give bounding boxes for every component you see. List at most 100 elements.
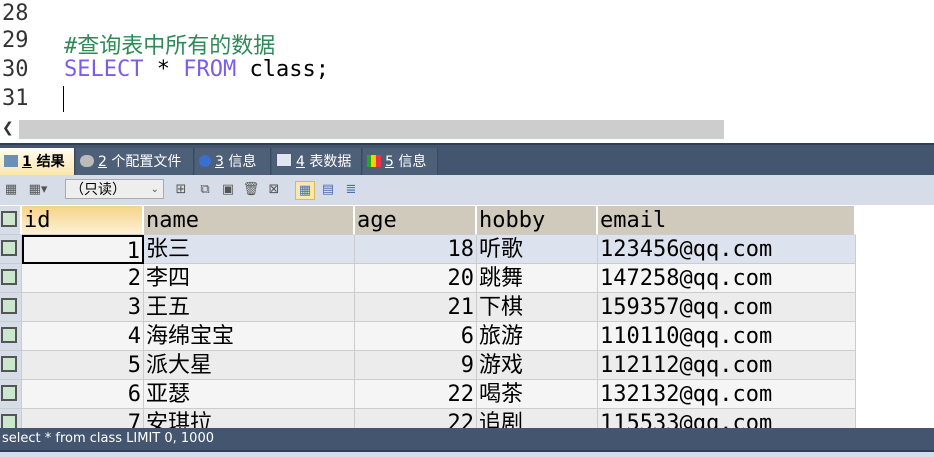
cell-hobby[interactable]: 旅游 (477, 322, 598, 351)
save-icon[interactable]: ▣ (219, 181, 237, 198)
cell-id[interactable]: 1 (22, 235, 144, 264)
cell-age[interactable]: 18 (355, 235, 477, 264)
column-header-id[interactable]: id (22, 206, 144, 235)
form-view-icon[interactable]: ▤ (319, 181, 337, 198)
tab-number: 2 (98, 154, 107, 170)
cell-hobby[interactable]: 喝茶 (477, 380, 598, 409)
cell-hobby[interactable]: 下棋 (477, 293, 598, 322)
cell-id[interactable]: 2 (22, 264, 144, 293)
checkbox[interactable] (1, 414, 17, 428)
cell-email[interactable]: 132132@qq.com (598, 380, 856, 409)
checkbox[interactable] (1, 269, 17, 285)
column-header-name[interactable]: name (144, 206, 355, 235)
delete-icon[interactable]: 🗑 (242, 181, 260, 198)
checkbox[interactable] (1, 356, 17, 372)
code-comment: #查询表中所有的数据 (64, 34, 276, 59)
checkbox[interactable] (1, 385, 17, 401)
cell-name[interactable]: 张三 (144, 235, 355, 264)
cell-name[interactable]: 亚瑟 (144, 380, 355, 409)
cell-id[interactable]: 7 (22, 409, 144, 428)
table-row[interactable]: 4 海绵宝宝 6 旅游 110110@qq.com (0, 322, 856, 351)
cell-name[interactable]: 海绵宝宝 (144, 322, 355, 351)
cancel-changes-icon[interactable]: ⊠ (265, 181, 283, 198)
line-number: 28 (2, 1, 29, 26)
cell-email[interactable]: 115533@qq.com (598, 409, 856, 428)
grid-view-icon[interactable]: ▦ (295, 181, 315, 200)
cell-age[interactable]: 20 (355, 264, 477, 293)
checkbox[interactable] (1, 240, 17, 256)
row-checkbox-cell[interactable] (0, 380, 22, 409)
scroll-thumb[interactable] (19, 120, 724, 139)
shapes-icon (367, 155, 381, 167)
row-checkbox-cell[interactable] (0, 293, 22, 322)
add-row-icon[interactable]: ⊞ (172, 181, 190, 198)
info-icon (199, 155, 211, 167)
status-bar: select * from class LIMIT 0, 1000 (0, 428, 934, 452)
scroll-left-icon[interactable]: ❮ (2, 120, 18, 139)
row-checkbox-cell[interactable] (0, 351, 22, 380)
cell-age[interactable]: 22 (355, 380, 477, 409)
cell-age[interactable]: 21 (355, 293, 477, 322)
cell-email[interactable]: 159357@qq.com (598, 293, 856, 322)
cell-name[interactable]: 李四 (144, 264, 355, 293)
checkbox[interactable] (1, 327, 17, 343)
select-all-checkbox[interactable] (0, 206, 22, 235)
cell-id[interactable]: 4 (22, 322, 144, 351)
tab-profile[interactable]: 2 个配置文件 (76, 148, 194, 176)
table-row[interactable]: 5 派大星 9 游戏 112112@qq.com (0, 351, 856, 380)
cell-age[interactable]: 22 (355, 409, 477, 428)
table-row[interactable]: 7 安琪拉 22 追剧 115533@qq.com (0, 409, 856, 428)
table-row[interactable]: 1 张三 18 听歌 123456@qq.com (0, 235, 856, 264)
tab-number: 1 (22, 154, 32, 170)
sql-editor[interactable]: 28 29 #查询表中所有的数据 30 SELECT * FROM class;… (0, 0, 934, 118)
tab-number: 3 (215, 154, 224, 170)
column-header-hobby[interactable]: hobby (477, 206, 598, 235)
table-row[interactable]: 6 亚瑟 22 喝茶 132132@qq.com (0, 380, 856, 409)
chevron-down-icon: ⌄ (150, 184, 159, 195)
tab-table-data[interactable]: 4 表数据 (272, 148, 362, 176)
cell-email[interactable]: 110110@qq.com (598, 322, 856, 351)
tab-info-2[interactable]: 5 信息 (363, 148, 438, 176)
cell-name[interactable]: 安琪拉 (144, 409, 355, 428)
edit-mode-value: （只读） (70, 182, 126, 198)
checkbox[interactable] (1, 211, 17, 227)
tab-results[interactable]: 1 结果 (0, 148, 75, 176)
cell-id[interactable]: 3 (22, 293, 144, 322)
table-row[interactable]: 2 李四 20 跳舞 147258@qq.com (0, 264, 856, 293)
cell-email[interactable]: 123456@qq.com (598, 235, 856, 264)
tab-number: 4 (296, 154, 305, 170)
result-toolbar: ▦ ▦▾ （只读） ⌄ ⊞ ⧉ ▣ 🗑 ⊠ ▦ ▤ ≣ (0, 175, 934, 205)
cell-email[interactable]: 112112@qq.com (598, 351, 856, 380)
row-checkbox-cell[interactable] (0, 409, 22, 428)
cell-hobby[interactable]: 游戏 (477, 351, 598, 380)
checkbox[interactable] (1, 298, 17, 314)
cell-age[interactable]: 6 (355, 322, 477, 351)
edit-mode-select[interactable]: （只读） ⌄ (65, 179, 164, 199)
cell-age[interactable]: 9 (355, 351, 477, 380)
text-view-icon[interactable]: ≣ (342, 181, 360, 198)
row-checkbox-cell[interactable] (0, 264, 22, 293)
tab-info[interactable]: 3 信息 (195, 148, 271, 176)
cell-id[interactable]: 6 (22, 380, 144, 409)
import-dropdown-icon[interactable]: ▦▾ (24, 181, 52, 198)
row-checkbox-cell[interactable] (0, 235, 22, 264)
cell-name[interactable]: 王五 (144, 293, 355, 322)
text-cursor (63, 86, 64, 112)
duplicate-row-icon[interactable]: ⧉ (196, 181, 214, 198)
export-icon[interactable]: ▦ (2, 181, 20, 198)
cell-email[interactable]: 147258@qq.com (598, 264, 856, 293)
code-text: class; (236, 57, 329, 82)
table-row[interactable]: 3 王五 21 下棋 159357@qq.com (0, 293, 856, 322)
cell-hobby[interactable]: 跳舞 (477, 264, 598, 293)
column-header-email[interactable]: email (598, 206, 856, 235)
horizontal-scrollbar[interactable]: ❮ (0, 120, 934, 139)
cell-hobby[interactable]: 听歌 (477, 235, 598, 264)
tab-label: 信息 (228, 154, 257, 170)
cell-name[interactable]: 派大星 (144, 351, 355, 380)
row-checkbox-cell[interactable] (0, 322, 22, 351)
keyword: FROM (183, 57, 237, 82)
cell-hobby[interactable]: 追剧 (477, 409, 598, 428)
column-header-age[interactable]: age (355, 206, 477, 235)
result-tabs: 1 结果 2 个配置文件 3 信息 4 表数据 5 信息 (0, 143, 934, 176)
cell-id[interactable]: 5 (22, 351, 144, 380)
